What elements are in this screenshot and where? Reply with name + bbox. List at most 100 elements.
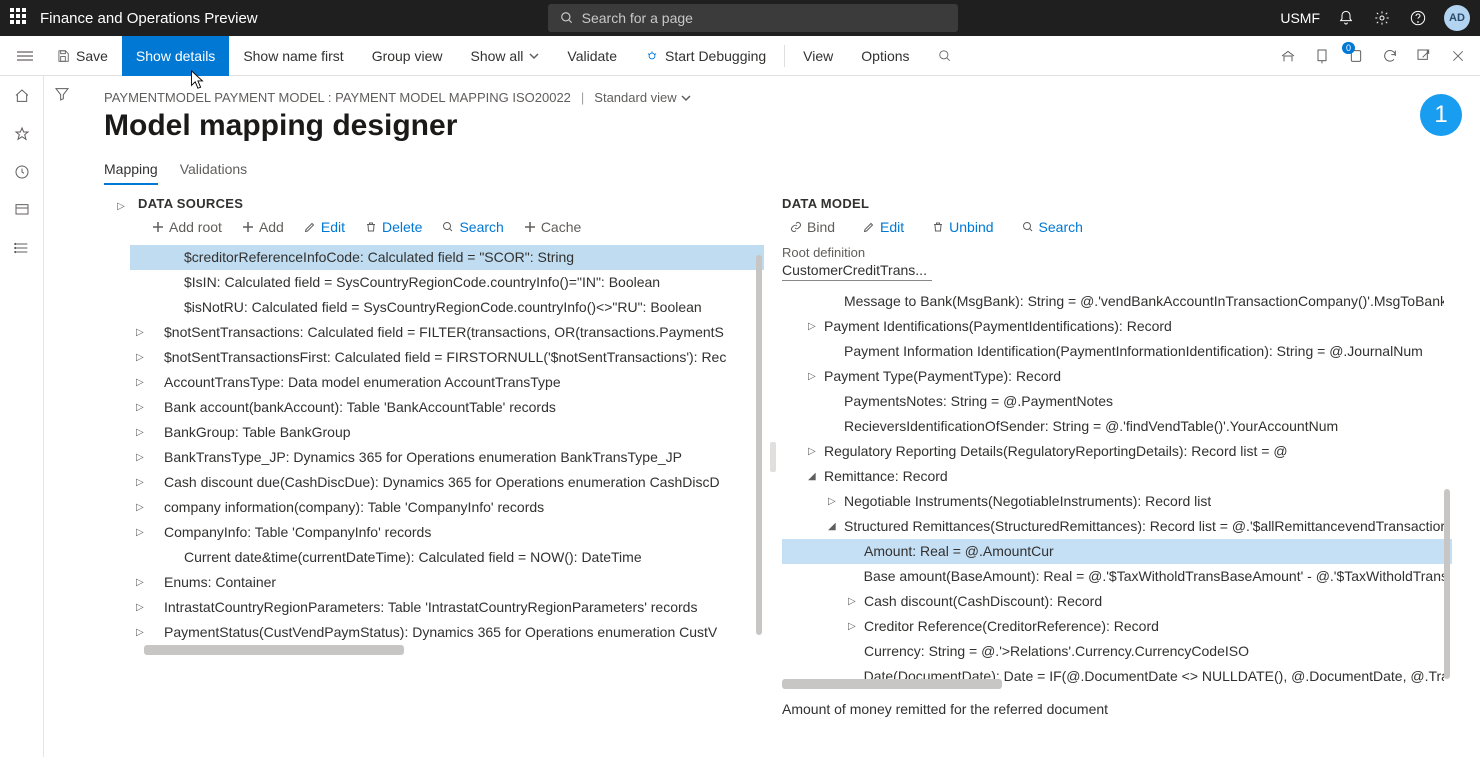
home-icon[interactable] (12, 86, 32, 106)
group-view-button[interactable]: Group view (358, 36, 457, 76)
tree-row[interactable]: Base amount(BaseAmount): Real = @.'$TaxW… (782, 564, 1452, 589)
tree-row[interactable]: ▷Enums: Container (130, 570, 764, 595)
start-debugging-button[interactable]: Start Debugging (631, 36, 780, 76)
tree-row[interactable]: $creditorReferenceInfoCode: Calculated f… (130, 245, 764, 270)
tree-row[interactable]: Current date&time(currentDateTime): Calc… (130, 545, 764, 570)
user-avatar[interactable]: AD (1444, 5, 1470, 31)
refresh-button[interactable] (1378, 44, 1402, 68)
root-definition-label: Root definition (782, 245, 1452, 260)
tree-row[interactable]: ▷Cash discount due(CashDiscDue): Dynamic… (130, 470, 764, 495)
app-header: Finance and Operations Preview Search fo… (0, 0, 1480, 36)
add-button[interactable]: Add (234, 217, 292, 237)
hamburger-icon[interactable] (8, 49, 42, 63)
data-sources-tree[interactable]: $creditorReferenceInfoCode: Calculated f… (104, 245, 764, 645)
horizontal-scrollbar[interactable] (144, 645, 404, 655)
tree-row[interactable]: ▷BankTransType_JP: Dynamics 365 for Oper… (130, 445, 764, 470)
tree-row[interactable]: ▷Payment Type(PaymentType): Record (782, 364, 1452, 389)
tree-row[interactable]: ▷PaymentStatus(CustVendPaymStatus): Dyna… (130, 620, 764, 645)
tree-row[interactable]: ◢Structured Remittances(StructuredRemitt… (782, 514, 1452, 539)
save-button[interactable]: Save (42, 36, 122, 76)
app-title: Finance and Operations Preview (40, 10, 258, 27)
command-bar: Save Show details Show name first Group … (0, 36, 1480, 76)
search-placeholder: Search for a page (582, 10, 693, 26)
edit-button[interactable]: Edit (296, 217, 353, 237)
tree-row[interactable]: ◢Remittance: Record (782, 464, 1452, 489)
popout-button[interactable] (1412, 44, 1436, 68)
tree-row[interactable]: ▷Bank account(bankAccount): Table 'BankA… (130, 395, 764, 420)
search-icon (938, 49, 952, 63)
bell-icon[interactable] (1336, 8, 1356, 28)
save-icon (56, 49, 70, 63)
tree-row[interactable]: $IsIN: Calculated field = SysCountryRegi… (130, 270, 764, 295)
show-name-first-button[interactable]: Show name first (229, 36, 357, 76)
find-button[interactable] (924, 36, 966, 76)
tree-row[interactable]: Amount: Real = @.AmountCur (782, 539, 1452, 564)
tree-row[interactable]: ▷$notSentTransactionsFirst: Calculated f… (130, 345, 764, 370)
notifications-button[interactable]: 0 (1344, 44, 1368, 68)
validate-button[interactable]: Validate (553, 36, 631, 76)
main-content: PAYMENTMODEL PAYMENT MODEL : PAYMENT MOD… (44, 76, 1480, 757)
modules-icon[interactable] (12, 238, 32, 258)
tree-row[interactable]: Payment Information Identification(Payme… (782, 339, 1452, 364)
bug-icon (645, 49, 659, 63)
tree-row[interactable]: $isNotRU: Calculated field = SysCountryR… (130, 295, 764, 320)
tree-row[interactable]: ▷Cash discount(CashDiscount): Record (782, 589, 1452, 614)
company-code[interactable]: USMF (1280, 10, 1320, 26)
tree-row[interactable]: PaymentsNotes: String = @.PaymentNotes (782, 389, 1452, 414)
tree-row[interactable]: ▷Creditor Reference(CreditorReference): … (782, 614, 1452, 639)
vertical-scrollbar[interactable] (754, 245, 764, 655)
tree-row[interactable]: ▷Negotiable Instruments(NegotiableInstru… (782, 489, 1452, 514)
view-menu[interactable]: View (789, 36, 847, 76)
annotation-callout-1: 1 (1420, 94, 1462, 136)
app-launcher-icon[interactable] (10, 8, 30, 28)
close-button[interactable] (1446, 44, 1470, 68)
tree-row[interactable]: ▷$notSentTransactions: Calculated field … (130, 320, 764, 345)
help-icon[interactable] (1408, 8, 1428, 28)
data-model-toolbar: Bind Edit Unbind Search (782, 217, 1452, 237)
add-root-button[interactable]: Add root (144, 217, 230, 237)
recent-icon[interactable] (12, 162, 32, 182)
tree-row[interactable]: ▷Payment Identifications(PaymentIdentifi… (782, 314, 1452, 339)
workspaces-icon[interactable] (12, 200, 32, 220)
view-selector[interactable]: Standard view (594, 90, 690, 105)
data-model-heading: DATA MODEL (782, 196, 1452, 211)
attachments-button[interactable] (1276, 44, 1300, 68)
tab-mapping[interactable]: Mapping (104, 161, 158, 185)
tree-row[interactable]: Message to Bank(MsgBank): String = @.'ve… (782, 289, 1452, 314)
expand-data-sources[interactable]: ▷ (104, 201, 138, 212)
data-model-tree[interactable]: Message to Bank(MsgBank): String = @.'ve… (782, 289, 1452, 689)
cache-button[interactable]: Cache (516, 217, 589, 237)
unbind-button[interactable]: Unbind (924, 217, 1001, 237)
page-title: Model mapping designer (104, 109, 1452, 143)
tree-row[interactable]: ▷BankGroup: Table BankGroup (130, 420, 764, 445)
root-definition-value[interactable]: CustomerCreditTrans... (782, 260, 932, 281)
bind-button[interactable]: Bind (782, 217, 843, 237)
tree-row[interactable]: ▷IntrastatCountryRegionParameters: Table… (130, 595, 764, 620)
data-sources-heading: DATA SOURCES (138, 196, 243, 211)
tree-row[interactable]: ▷CompanyInfo: Table 'CompanyInfo' record… (130, 520, 764, 545)
gear-icon[interactable] (1372, 8, 1392, 28)
delete-button[interactable]: Delete (357, 217, 430, 237)
options-menu[interactable]: Options (847, 36, 923, 76)
show-all-button[interactable]: Show all (457, 36, 554, 76)
tab-strip: Mapping Validations (104, 161, 1452, 186)
show-details-button[interactable]: Show details (122, 36, 229, 76)
horizontal-scrollbar[interactable] (782, 679, 1002, 689)
vertical-scrollbar[interactable] (1442, 289, 1452, 689)
global-search[interactable]: Search for a page (548, 4, 958, 32)
selection-description: Amount of money remitted for the referre… (782, 701, 1452, 717)
data-sources-toolbar: Add root Add Edit Delete Search (104, 217, 764, 237)
column-splitter[interactable] (764, 196, 782, 717)
tree-row[interactable]: ▷Regulatory Reporting Details(Regulatory… (782, 439, 1452, 464)
breadcrumb: PAYMENTMODEL PAYMENT MODEL : PAYMENT MOD… (104, 90, 1452, 105)
tree-row[interactable]: ▷AccountTransType: Data model enumeratio… (130, 370, 764, 395)
pin-button[interactable] (1310, 44, 1334, 68)
search-button[interactable]: Search (434, 217, 511, 237)
search-button[interactable]: Search (1014, 217, 1091, 237)
tree-row[interactable]: ▷company information(company): Table 'Co… (130, 495, 764, 520)
favorites-icon[interactable] (12, 124, 32, 144)
tree-row[interactable]: RecieversIdentificationOfSender: String … (782, 414, 1452, 439)
tree-row[interactable]: Currency: String = @.'>Relations'.Curren… (782, 639, 1452, 664)
tab-validations[interactable]: Validations (180, 161, 247, 185)
edit-button[interactable]: Edit (855, 217, 912, 237)
